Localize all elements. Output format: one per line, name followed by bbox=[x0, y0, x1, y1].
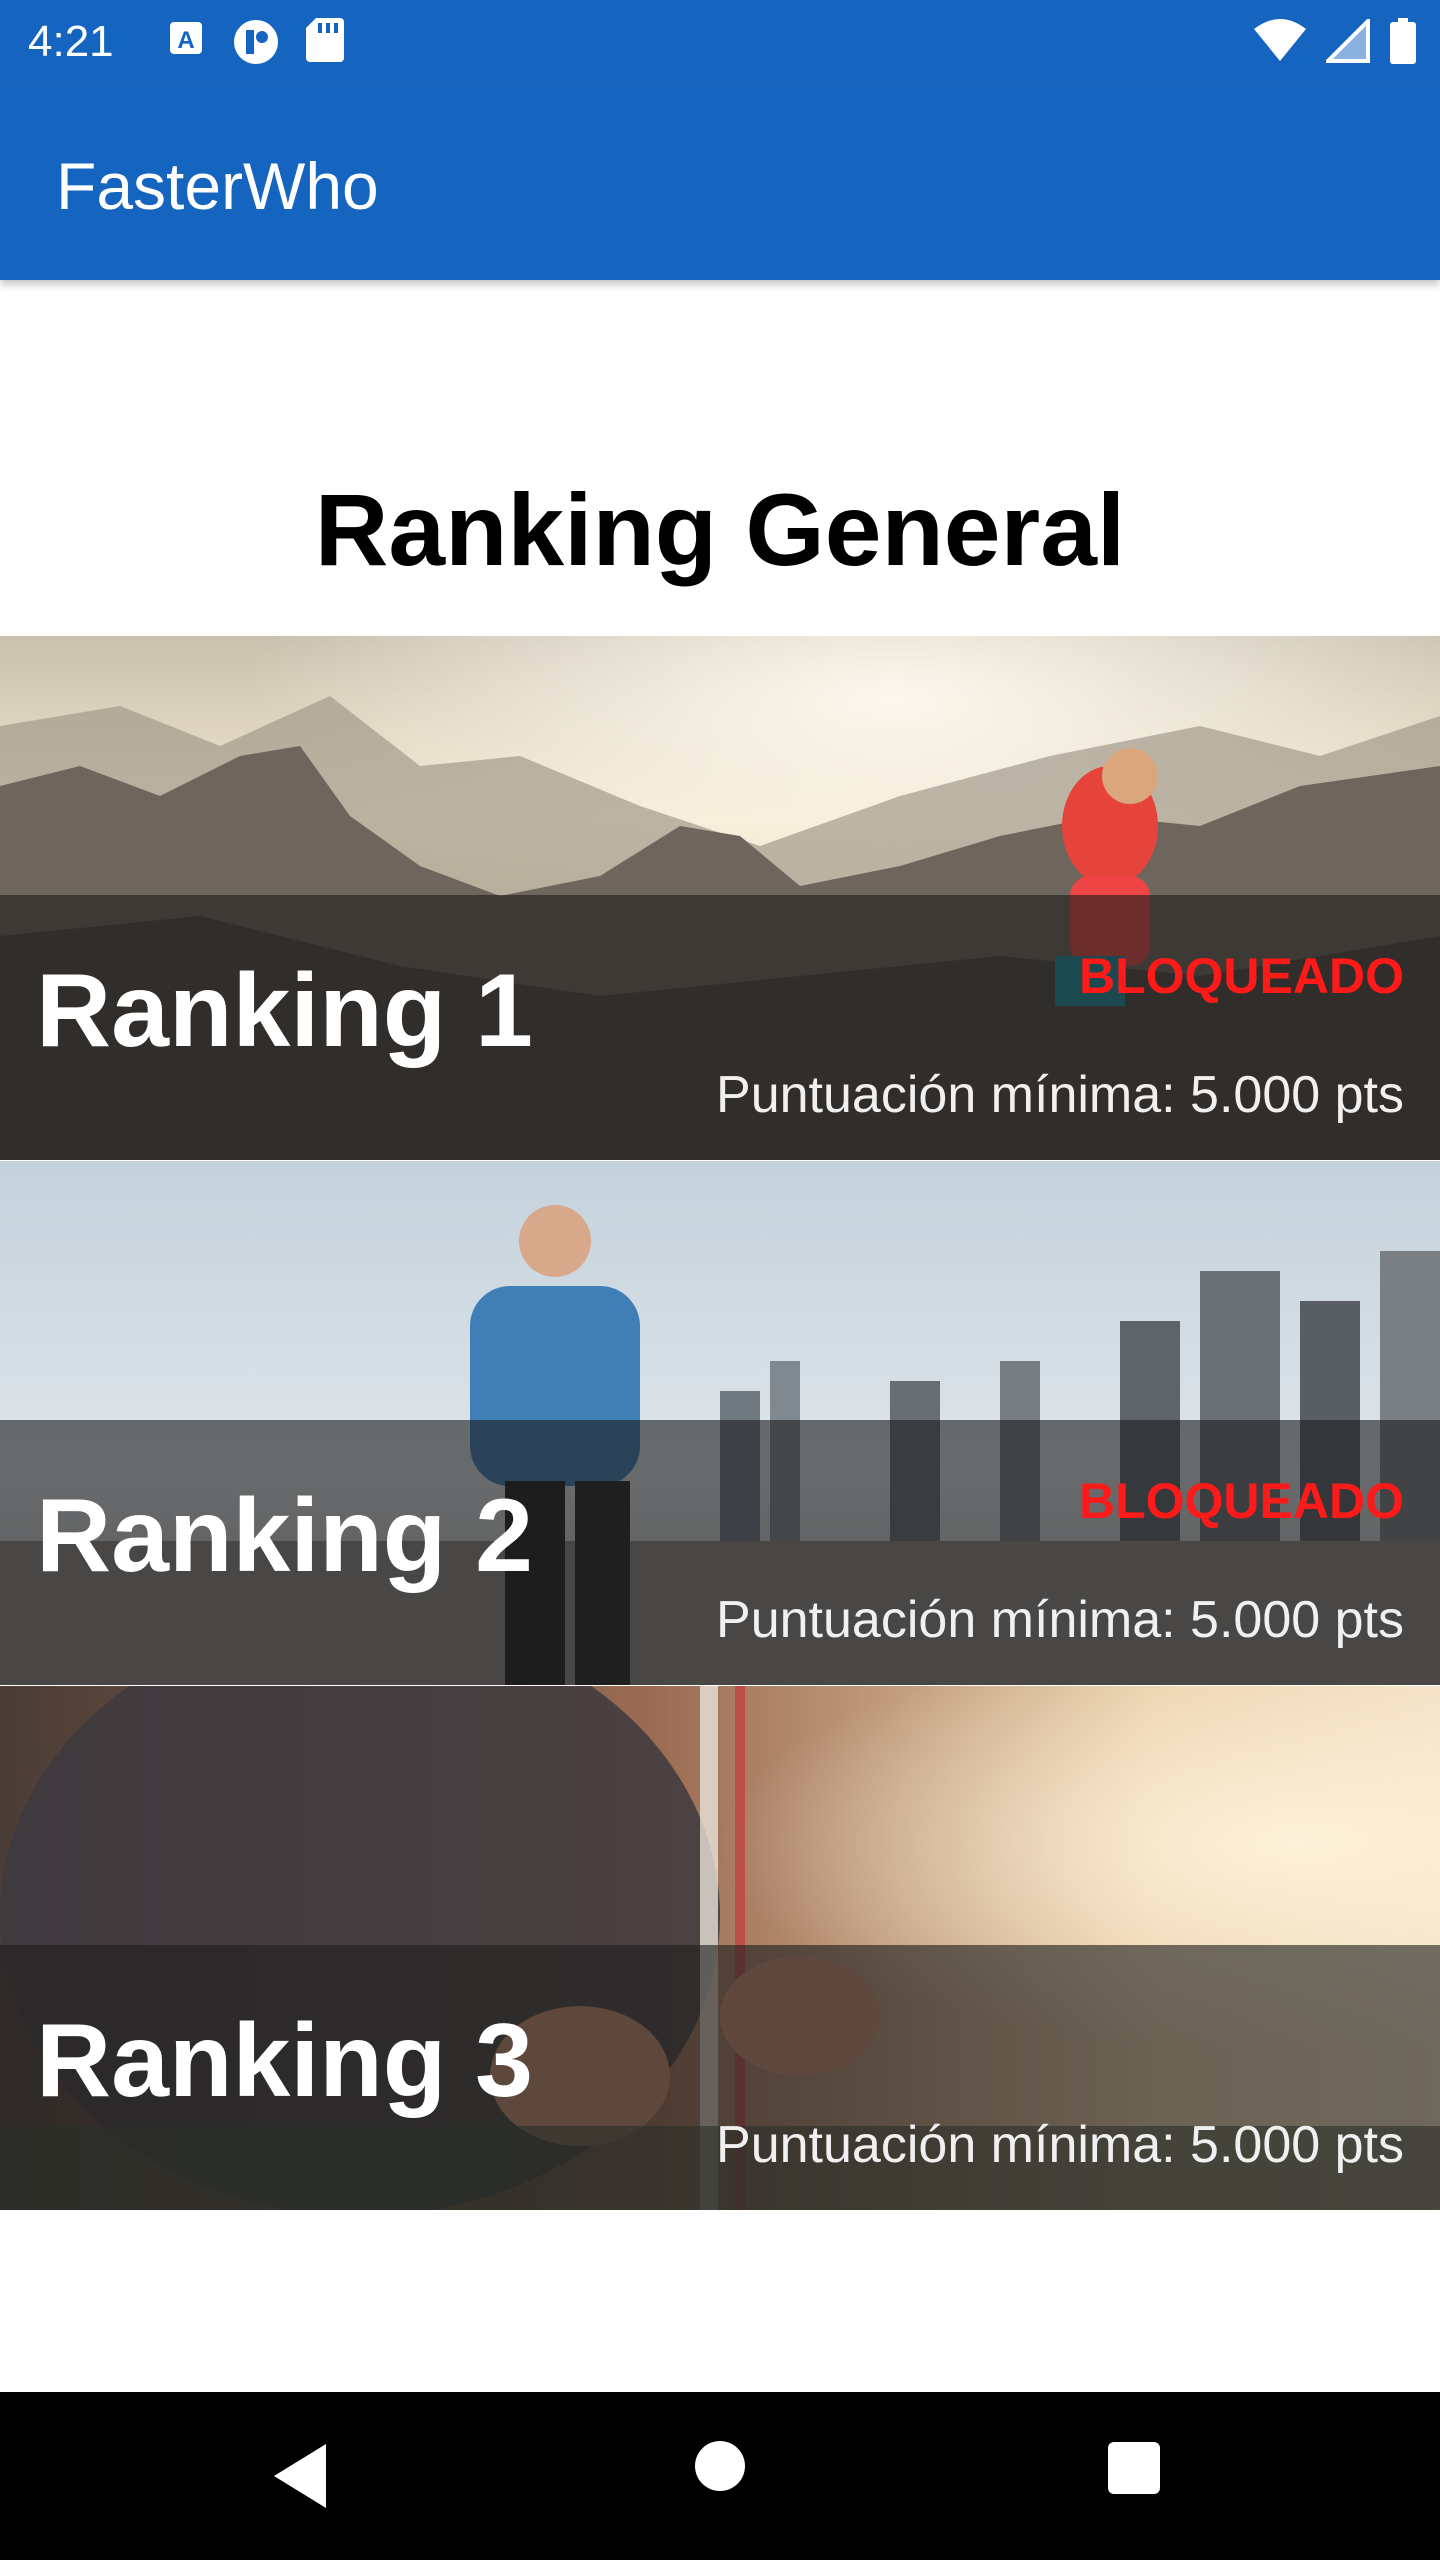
min-score-label: Puntuación mínima: 5.000 pts bbox=[716, 1591, 1404, 1649]
home-icon[interactable] bbox=[694, 2440, 746, 2497]
min-score-label: Puntuación mínima: 5.000 pts bbox=[716, 2116, 1404, 2174]
navigation-bar bbox=[0, 2392, 1440, 2560]
sd-card-icon bbox=[306, 18, 344, 66]
page-title: Ranking General bbox=[314, 473, 1126, 587]
recents-icon[interactable] bbox=[1108, 2442, 1160, 2499]
svg-text:A: A bbox=[177, 27, 194, 54]
status-bar: 4:21 A bbox=[0, 0, 1440, 84]
accessibility-a-icon: A bbox=[166, 18, 206, 66]
ranking-card-2[interactable]: Ranking 2 BLOQUEADO Puntuación mínima: 5… bbox=[0, 1161, 1440, 1685]
min-score-label: Puntuación mínima: 5.000 pts bbox=[716, 1066, 1404, 1124]
locked-badge: BLOQUEADO bbox=[1079, 1473, 1404, 1529]
app-title: FasterWho bbox=[56, 149, 379, 223]
ranking-card-3[interactable]: Ranking 3 Puntuación mínima: 5.000 pts bbox=[0, 1686, 1440, 2210]
ranking-name: Ranking 1 bbox=[36, 953, 533, 1069]
status-time: 4:21 bbox=[28, 17, 114, 66]
battery-icon bbox=[1390, 18, 1416, 69]
ranking-card-1[interactable]: Ranking 1 BLOQUEADO Puntuación mínima: 5… bbox=[0, 636, 1440, 1160]
back-icon[interactable] bbox=[266, 2436, 336, 2521]
ranking-name: Ranking 2 bbox=[36, 1478, 533, 1594]
app-notification-icon bbox=[232, 18, 280, 66]
app-bar: FasterWho bbox=[0, 84, 1440, 280]
locked-badge: BLOQUEADO bbox=[1079, 948, 1404, 1004]
wifi-icon bbox=[1254, 19, 1306, 68]
ranking-name: Ranking 3 bbox=[36, 2003, 533, 2119]
cell-signal-icon bbox=[1323, 16, 1370, 68]
